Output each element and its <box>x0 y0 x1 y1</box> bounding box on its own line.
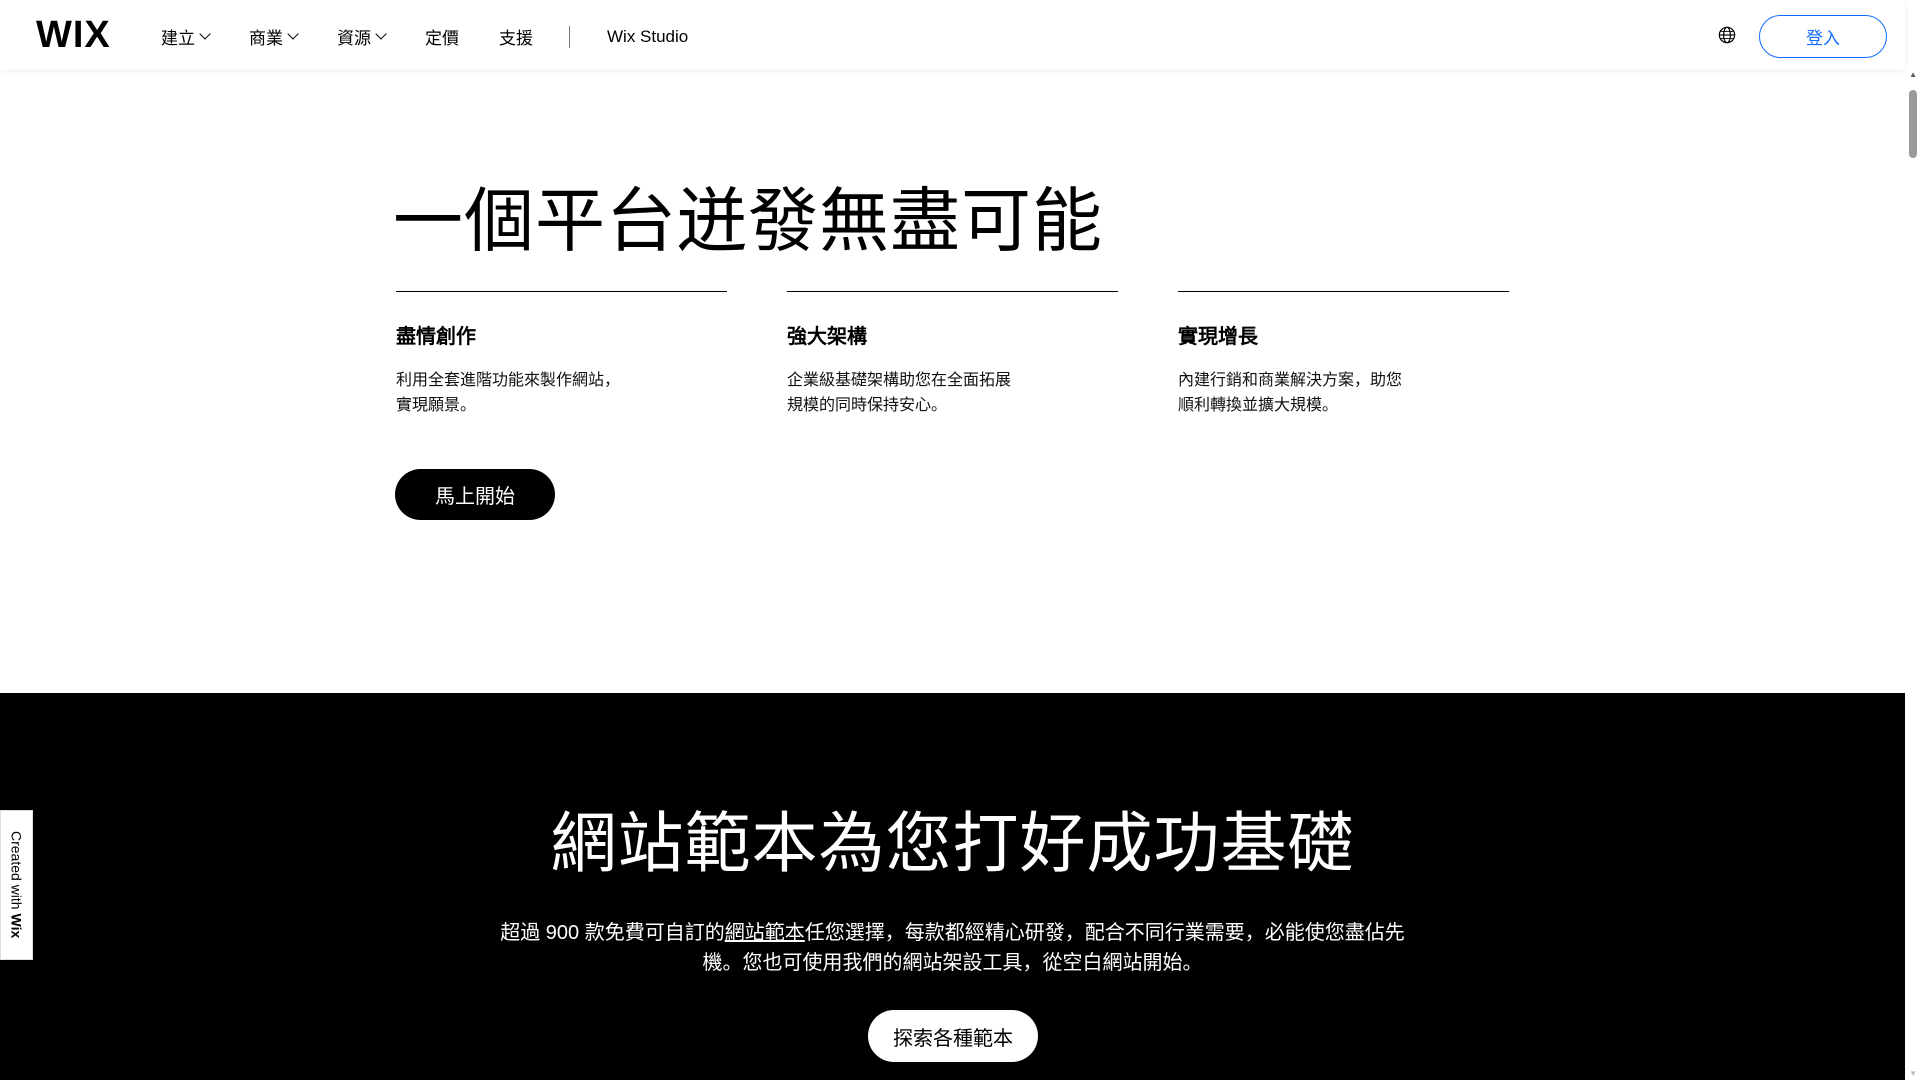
scroll-down-arrow-icon[interactable]: ▼ <box>1909 1069 1917 1078</box>
page-scrollbar[interactable]: ▲ ▼ <box>1905 70 1920 1080</box>
templates-desc-before: 超過 900 款免費可自訂的 <box>500 922 725 944</box>
scroll-up-arrow-icon[interactable]: ▲ <box>1909 70 1917 79</box>
globe-icon[interactable] <box>1718 26 1736 44</box>
badge-brand: Wix <box>8 913 25 939</box>
nav-item-label: 資源 <box>337 29 371 48</box>
feature-desc: 內建行銷和商業解決方案，助您順利轉換並擴大規模。 <box>1178 372 1403 414</box>
nav-item-wix-studio[interactable]: Wix Studio <box>607 27 688 47</box>
feature-desc: 利用全套進階功能來製作網站，實現願景。 <box>396 372 621 414</box>
site-header: WIX 建立 商業 資源 定價 支援 Wix Studio 登入 <box>0 0 1905 70</box>
chevron-down-icon <box>199 28 211 40</box>
explore-templates-button[interactable]: 探索各種範本 <box>868 1010 1038 1062</box>
nav-item-label: 支援 <box>499 29 533 48</box>
scrollbar-thumb[interactable] <box>1909 90 1917 158</box>
feature-growth: 實現增長 內建行銷和商業解決方案，助您順利轉換並擴大規模。 <box>1178 291 1509 418</box>
login-button[interactable]: 登入 <box>1759 15 1887 58</box>
chevron-down-icon <box>287 28 299 40</box>
feature-title: 強大架構 <box>787 326 867 348</box>
main-nav: 建立 商業 資源 定價 支援 Wix Studio <box>161 24 728 49</box>
nav-item-label: 定價 <box>425 29 459 48</box>
templates-desc-after: 任您選擇，每款都經精心研發，配合不同行業需要，必能使您盡佔先機。您也可使用我們的… <box>702 922 1405 974</box>
chevron-down-icon <box>375 28 387 40</box>
badge-prefix: Created with <box>8 831 25 914</box>
nav-item-support[interactable]: 支援 <box>499 24 533 49</box>
nav-item-resources[interactable]: 資源 <box>337 24 387 49</box>
nav-item-label: 建立 <box>161 29 195 48</box>
nav-item-create[interactable]: 建立 <box>161 24 211 49</box>
nav-item-business[interactable]: 商業 <box>249 24 299 49</box>
nav-item-pricing[interactable]: 定價 <box>425 24 459 49</box>
get-started-button[interactable]: 馬上開始 <box>395 469 555 520</box>
templates-title: 網站範本為您打好成功基礎 <box>550 805 1355 882</box>
templates-description: 超過 900 款免費可自訂的網站範本任您選擇，每款都經精心研發，配合不同行業需要… <box>494 918 1411 978</box>
templates-link[interactable]: 網站範本 <box>725 922 805 944</box>
wix-logo[interactable]: WIX <box>36 14 111 57</box>
nav-divider <box>569 25 570 48</box>
created-with-wix-badge[interactable]: Created with Wix <box>0 810 33 960</box>
feature-create: 盡情創作 利用全套進階功能來製作網站，實現願景。 <box>396 291 727 418</box>
hero-title: 一個平台迸發無盡可能 <box>393 180 1103 262</box>
nav-item-label: 商業 <box>249 29 283 48</box>
feature-infrastructure: 強大架構 企業級基礎架構助您在全面拓展規模的同時保持安心。 <box>787 291 1118 418</box>
feature-title: 實現增長 <box>1178 326 1258 348</box>
feature-desc: 企業級基礎架構助您在全面拓展規模的同時保持安心。 <box>787 372 1012 414</box>
feature-title: 盡情創作 <box>396 326 476 348</box>
